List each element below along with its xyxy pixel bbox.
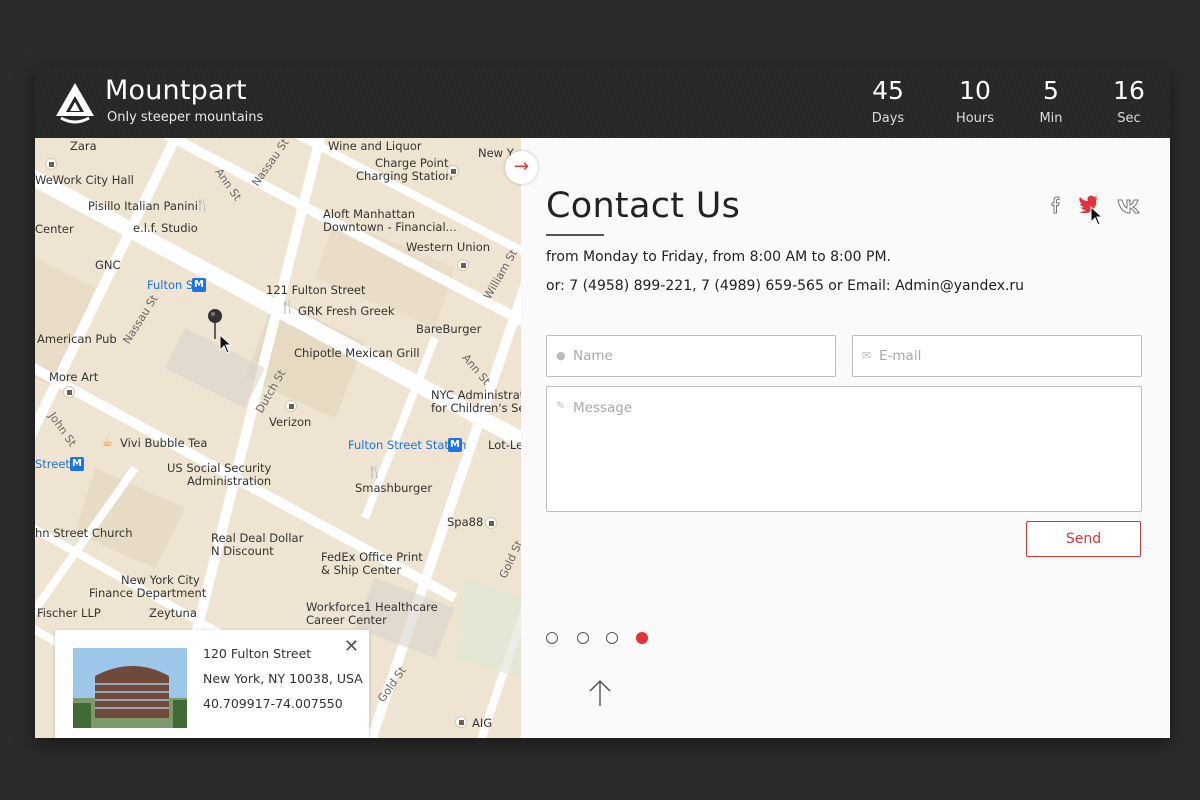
countdown-hours-value: 10 xyxy=(959,76,991,105)
contact-panel: Contact Us from Monday to Friday, from 8… xyxy=(521,138,1170,738)
metro-icon[interactable]: M xyxy=(448,438,462,452)
pagination-dot[interactable] xyxy=(577,632,589,644)
poi-marker[interactable] xyxy=(485,517,497,529)
countdown-days-value: 45 xyxy=(872,76,904,105)
brand-tagline: Only steeper mountains xyxy=(107,110,264,125)
email-field[interactable]: ✉ E-mail xyxy=(852,335,1142,377)
poi-marker[interactable] xyxy=(45,158,57,170)
countdown-sec-label: Sec xyxy=(1117,111,1141,126)
map-place-label[interactable]: American Pub xyxy=(37,333,117,346)
map-place-label[interactable]: Charging Station xyxy=(356,170,453,183)
restaurant-icon[interactable]: 🍴 xyxy=(367,465,382,479)
countdown-sec-value: 16 xyxy=(1113,76,1145,105)
contact-details: or: 7 (4958) 899-221, 7 (4989) 659-565 o… xyxy=(546,278,1025,294)
map-place-label[interactable]: hn Street Church xyxy=(35,527,133,540)
user-icon: ● xyxy=(556,349,566,362)
message-field[interactable]: ✎ Message xyxy=(546,386,1142,512)
map-place-label[interactable]: Downtown - Financial... xyxy=(323,221,457,234)
map-place-label[interactable]: More Art xyxy=(49,371,98,384)
pagination-dot[interactable] xyxy=(606,632,618,644)
map-place-label[interactable]: Spa88 xyxy=(447,516,483,529)
countdown-days-label: Days xyxy=(871,111,905,126)
pagination-dot-active[interactable] xyxy=(636,632,648,644)
map-place-label[interactable]: Career Center xyxy=(306,614,387,627)
map-place-label[interactable]: Western Union xyxy=(406,241,490,254)
map-place-label[interactable]: Zeytuna xyxy=(149,607,197,620)
mouse-cursor-icon xyxy=(1090,206,1104,226)
title-underline xyxy=(546,234,604,236)
map-place-label[interactable]: Pisillo Italian Panini xyxy=(88,200,198,213)
map-place-label[interactable]: Lot-Le xyxy=(488,439,521,452)
countdown-min-value: 5 xyxy=(1043,76,1059,105)
mouse-cursor-icon xyxy=(219,334,233,354)
close-icon[interactable]: ✕ xyxy=(344,636,359,657)
restaurant-icon[interactable]: 🍴 xyxy=(280,300,295,314)
map-place-label[interactable]: BareBurger xyxy=(416,323,481,336)
countdown-hours-label: Hours xyxy=(955,111,995,126)
email-placeholder: E-mail xyxy=(879,348,922,364)
poi-marker[interactable] xyxy=(457,259,469,271)
building-photo xyxy=(73,648,187,728)
countdown-hours: 10 Hours xyxy=(940,75,1010,126)
map-place-label[interactable]: Street xyxy=(35,458,70,471)
name-field[interactable]: ● Name xyxy=(546,335,836,377)
map-place-label[interactable]: Finance Department xyxy=(89,587,206,600)
pencil-icon: ✎ xyxy=(556,399,566,412)
map-place-label[interactable]: Zara xyxy=(70,140,97,153)
map-place-label[interactable]: N Discount xyxy=(211,545,274,558)
metro-icon[interactable]: M xyxy=(70,457,84,471)
app-window: Mountpart Only steeper mountains 45 Days… xyxy=(35,65,1170,738)
arrow-up-icon[interactable] xyxy=(588,678,612,708)
map-place-label[interactable]: Fischer LLP xyxy=(37,607,101,620)
map[interactable]: Ann St Nassau St William St Nassau St Du… xyxy=(35,138,521,738)
map-place-label[interactable]: Verizon xyxy=(269,416,311,429)
message-placeholder: Message xyxy=(573,400,633,416)
envelope-icon: ✉ xyxy=(862,349,872,362)
map-place-label[interactable]: GNC xyxy=(95,259,121,272)
poi-marker[interactable] xyxy=(447,165,459,177)
countdown-days: 45 Days xyxy=(853,75,923,126)
map-place-label[interactable]: 121 Fulton Street xyxy=(266,284,366,297)
map-place-label[interactable]: GRK Fresh Greek xyxy=(298,305,395,318)
countdown-min: 5 Min xyxy=(1016,75,1086,126)
vk-icon[interactable] xyxy=(1117,198,1143,214)
map-place-label[interactable]: Administration xyxy=(187,475,271,488)
map-place-label[interactable]: Fulton St xyxy=(147,279,198,292)
info-city: New York, NY 10038, USA xyxy=(203,671,363,686)
poi-marker[interactable] xyxy=(285,400,297,412)
name-placeholder: Name xyxy=(573,348,613,364)
header: Mountpart Only steeper mountains 45 Days… xyxy=(35,65,1170,138)
map-place-label[interactable]: Wine and Liquor xyxy=(328,140,422,153)
poi-marker[interactable] xyxy=(63,386,75,398)
page-title: Contact Us xyxy=(546,186,741,226)
map-place-label[interactable]: Smashburger xyxy=(355,482,432,495)
restaurant-icon[interactable]: 🍴 xyxy=(195,198,210,212)
business-hours: from Monday to Friday, from 8:00 AM to 8… xyxy=(546,249,891,265)
map-place-label[interactable]: e.l.f. Studio xyxy=(133,222,198,235)
map-place-label[interactable]: Vivi Bubble Tea xyxy=(120,437,207,450)
info-street: 120 Fulton Street xyxy=(203,646,312,661)
map-place-label[interactable]: for Children's Serv xyxy=(431,402,521,415)
map-place-label[interactable]: Chipotle Mexican Grill xyxy=(294,347,420,360)
pagination-dot[interactable] xyxy=(546,632,558,644)
map-place-label[interactable]: Center xyxy=(35,223,74,236)
facebook-icon[interactable] xyxy=(1049,196,1061,214)
mountain-logo-icon xyxy=(56,83,94,124)
brand-name: Mountpart xyxy=(105,75,247,106)
map-place-label[interactable]: AIG xyxy=(472,717,492,730)
info-coordinates: 40.709917-74.007550 xyxy=(203,696,343,711)
send-button[interactable]: Send xyxy=(1026,521,1141,557)
countdown-sec: 16 Sec xyxy=(1094,75,1164,126)
map-place-label[interactable]: & Ship Center xyxy=(321,564,401,577)
cafe-icon[interactable]: ☕ xyxy=(102,435,113,449)
map-place-label[interactable]: WeWork City Hall xyxy=(35,174,134,187)
location-info-card: 120 Fulton Street New York, NY 10038, US… xyxy=(55,630,369,738)
poi-marker[interactable] xyxy=(455,716,467,728)
countdown-min-label: Min xyxy=(1039,111,1063,126)
metro-icon[interactable]: M xyxy=(192,278,206,292)
